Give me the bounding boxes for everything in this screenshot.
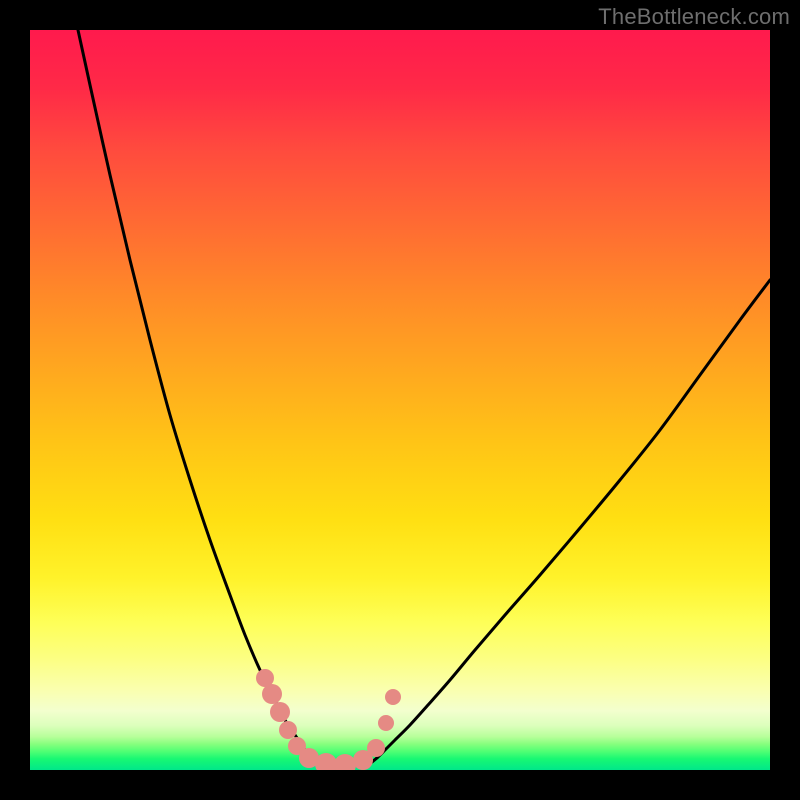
data-marker [367, 739, 385, 757]
curve-right-curve [372, 280, 770, 762]
plot-area [30, 30, 770, 770]
curve-layer [30, 30, 770, 770]
bottleneck-curves [78, 30, 770, 767]
data-marker [385, 689, 401, 705]
curve-left-curve [78, 30, 312, 762]
data-marker [378, 715, 394, 731]
data-point-markers [256, 669, 401, 770]
chart-frame: TheBottleneck.com [0, 0, 800, 800]
data-marker [270, 702, 290, 722]
data-marker [334, 754, 356, 770]
watermark-text: TheBottleneck.com [598, 4, 790, 30]
data-marker [279, 721, 297, 739]
data-marker [262, 684, 282, 704]
